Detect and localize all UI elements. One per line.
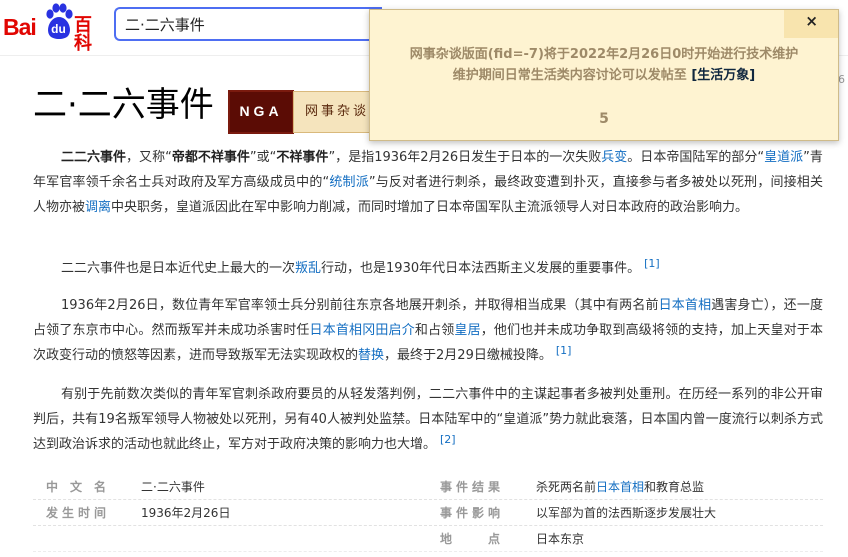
link-kodoha[interactable]: 皇道派	[764, 150, 803, 165]
text: ”或“	[249, 150, 277, 165]
nga-logo-text: NGA	[239, 103, 283, 119]
notice-line-2: 维护期间日常生活类内容讨论可以发帖至 [生活万象]	[370, 65, 838, 86]
text: 和教育总监	[644, 480, 705, 494]
clipped-digit: 6	[838, 73, 845, 86]
text-term: 二二六事件	[61, 150, 127, 165]
notice-line-1: 网事杂谈版面(fid=-7)将于2022年2月26日0时开始进行技术维护	[409, 47, 799, 62]
reference-link[interactable]: [1]	[556, 344, 572, 357]
logo-baike-text: 百科	[74, 15, 92, 54]
maintenance-notice-popup: × 网事杂谈版面(fid=-7)将于2022年2月26日0时开始进行技术维护 维…	[369, 9, 839, 141]
search-box	[114, 7, 382, 41]
text: 有别于先前数次类似的青年军官刺杀政府要员的从轻发落判例，二二六事件中的主谋起事者…	[33, 387, 823, 452]
notice-close-bar: ×	[784, 10, 838, 38]
info-label-impact: 事件影响	[440, 506, 500, 520]
link-mutiny[interactable]: 兵变	[601, 150, 627, 165]
text: 杀死两名前	[536, 480, 597, 494]
notice-forum-link[interactable]: [生活万象]	[691, 68, 755, 83]
link-transfer[interactable]: 调离	[85, 200, 111, 215]
forum-tag-text: 网事杂谈	[304, 104, 369, 119]
table-row: 中文名 二·二六事件 事件结果 杀死两名前日本首相和教育总监	[33, 474, 823, 500]
text: 1936年2月26日，数位青年军官率领士兵分别前往东京各地展开刺杀，并取得相当成…	[61, 298, 659, 313]
link-okada-keisuke[interactable]: 日本首相冈田启介	[310, 323, 415, 338]
logo-bai-text: Bai	[3, 14, 37, 40]
info-value-chinese-name: 二·二六事件	[141, 480, 205, 494]
info-label-location: 地点	[440, 532, 500, 546]
nga-logo[interactable]: NGA	[228, 90, 294, 134]
link-japan-pm[interactable]: 日本首相	[659, 298, 712, 313]
baidu-baike-logo[interactable]: Bai du 百科	[3, 3, 107, 53]
info-value-impact: 以军部为首的法西斯逐步发展壮大	[536, 506, 717, 520]
link-replacement[interactable]: 替换	[358, 348, 384, 363]
close-icon[interactable]: ×	[805, 14, 818, 29]
page-title: 二·二六事件	[33, 85, 214, 125]
notice-countdown: 5	[599, 111, 609, 127]
info-value-location: 日本东京	[536, 532, 585, 546]
info-label-chinese-name: 中文名	[46, 480, 106, 494]
notice-message: 网事杂谈版面(fid=-7)将于2022年2月26日0时开始进行技术维护 维护期…	[370, 44, 838, 86]
table-row: 地点 日本东京	[33, 526, 823, 552]
link-toseiha[interactable]: 统制派	[329, 175, 369, 190]
text: ，又称“	[126, 150, 172, 165]
link-japan-pm-info[interactable]: 日本首相	[596, 480, 644, 494]
text: ，最终于2月29日缴械投降。	[384, 348, 552, 363]
reference-link[interactable]: [1]	[644, 257, 660, 270]
article-paragraph-4: 有别于先前数次类似的青年军官刺杀政府要员的从轻发落判例，二二六事件中的主谋起事者…	[33, 382, 823, 457]
text: 和占领	[414, 323, 455, 338]
logo-du-text: du	[51, 22, 66, 36]
forum-tag[interactable]: 网事杂谈	[293, 91, 381, 133]
text: ”，是指1936年2月26日发生于日本的一次失败	[328, 150, 602, 165]
link-rebellion[interactable]: 叛乱	[295, 261, 321, 276]
text: 维护期间日常生活类内容讨论可以发帖至	[452, 68, 692, 83]
reference-link[interactable]: [2]	[440, 433, 456, 446]
search-input[interactable]	[116, 9, 382, 39]
info-label-date: 发生时间	[46, 506, 106, 520]
info-value-date: 1936年2月26日	[141, 506, 231, 520]
article-paragraph-1: 二二六事件，又称“帝都不祥事件”或“不祥事件”，是指1936年2月26日发生于日…	[33, 145, 823, 220]
table-row: 发生时间 1936年2月26日 事件影响 以军部为首的法西斯逐步发展壮大	[33, 500, 823, 526]
info-value-result: 杀死两名前日本首相和教育总监	[536, 480, 823, 494]
text: 中央职务，皇道派因此在军中影响力削减，而同时增加了日本帝国军队主流派领导人对日本…	[111, 200, 749, 215]
article-paragraph-3: 1936年2月26日，数位青年军官率领士兵分别前往东京各地展开刺杀，并取得相当成…	[33, 293, 823, 368]
text: 行动，也是1930年代日本法西斯主义发展的重要事件。	[321, 261, 641, 276]
text-term: 帝都不祥事件	[171, 150, 250, 165]
info-label-result: 事件结果	[440, 480, 500, 494]
text: 。日本帝国陆军的部分“	[627, 150, 765, 165]
text-term: 不祥事件	[276, 150, 329, 165]
article-paragraph-2: 二二六事件也是日本近代史上最大的一次叛乱行动，也是1930年代日本法西斯主义发展…	[33, 256, 823, 281]
text: 二二六事件也是日本近代史上最大的一次	[61, 261, 296, 276]
link-imperial-palace[interactable]: 皇居	[454, 323, 480, 338]
